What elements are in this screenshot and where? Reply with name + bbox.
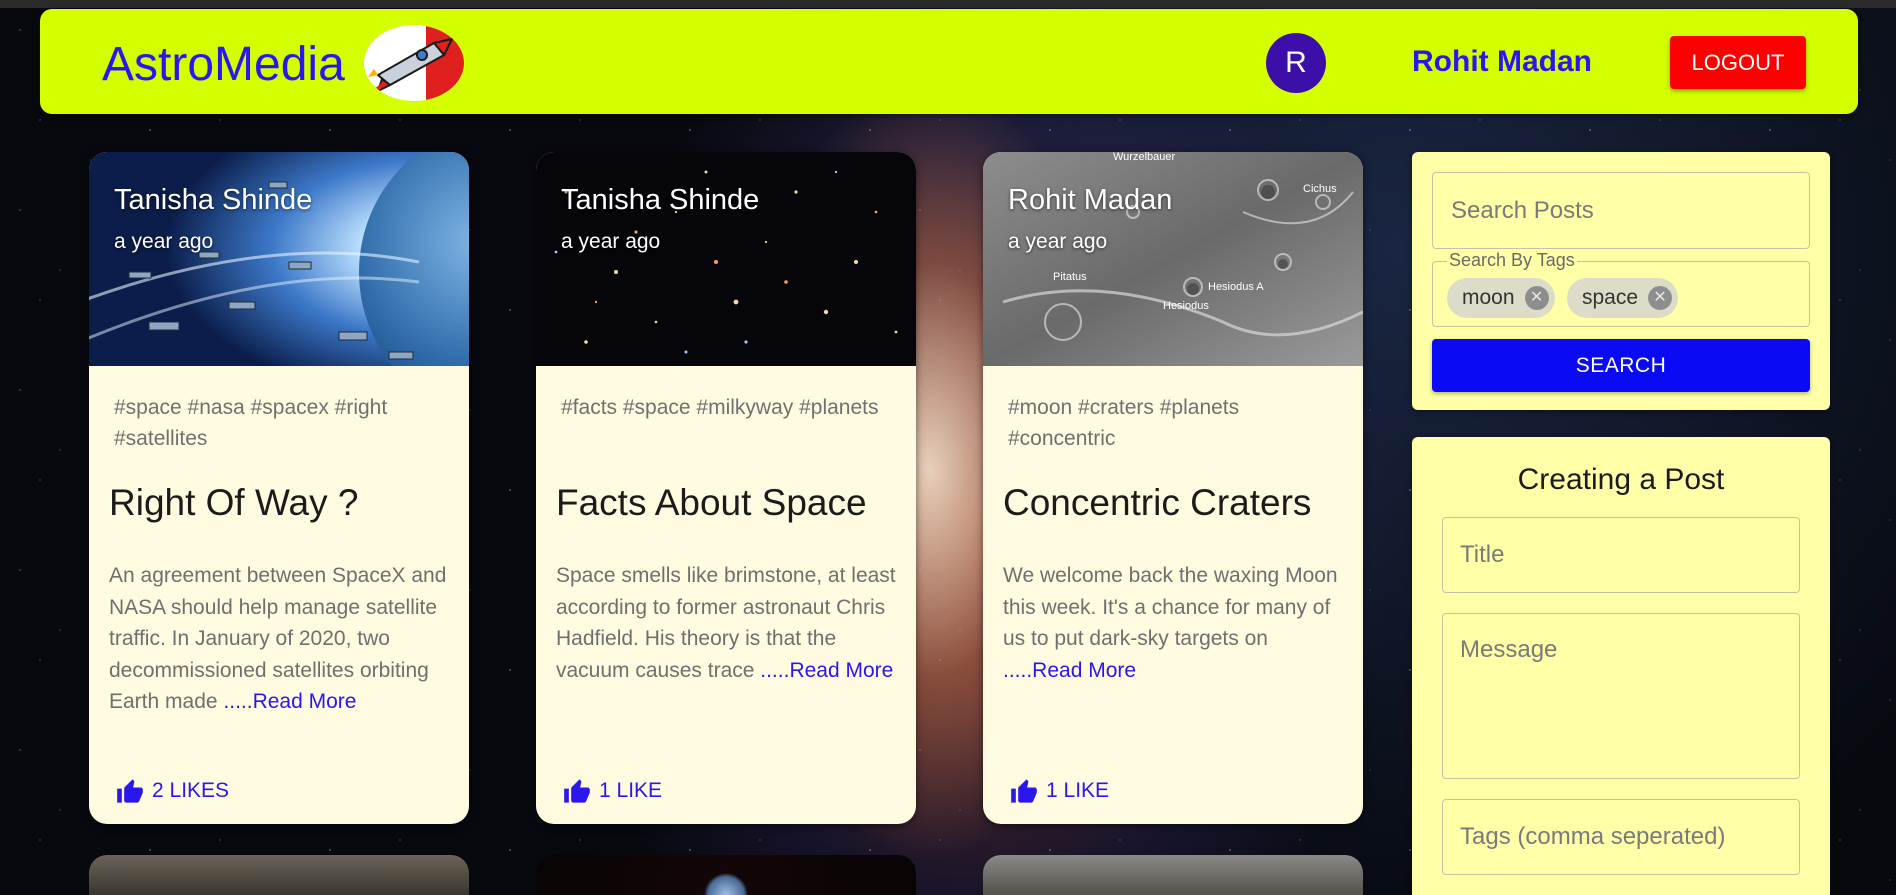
moon-label: Hesiodus xyxy=(1163,300,1209,312)
post-image-galaxies[interactable]: Tanisha Shinde a year ago xyxy=(536,152,916,366)
post-image-satellites[interactable]: Tanisha Shinde a year ago xyxy=(89,152,469,366)
brand-title[interactable]: AstroMedia xyxy=(102,37,345,92)
read-more-link[interactable]: .....Read More xyxy=(760,659,893,682)
post-message-text: We welcome back the waxing Moon this wee… xyxy=(1003,564,1338,650)
user-avatar[interactable]: R xyxy=(1266,33,1326,93)
create-post-heading: Creating a Post xyxy=(1517,463,1725,496)
moon-label: Wurzelbauer xyxy=(1113,152,1175,163)
post-time: a year ago xyxy=(1008,230,1108,253)
close-icon[interactable]: ✕ xyxy=(1648,286,1673,310)
likes-count: 2 LIKES xyxy=(152,779,230,802)
thumb-up-icon xyxy=(117,779,143,803)
post-card[interactable]: Wurzelbauer Cichus Pitatus Hesiodus A He… xyxy=(983,152,1363,824)
like-button[interactable]: 1 LIKE xyxy=(1010,778,1109,804)
post-author: Rohit Madan xyxy=(1008,184,1173,216)
post-title: Right Of Way ? xyxy=(109,482,359,523)
post-tags: #facts #space #milkyway #planets xyxy=(561,396,879,419)
post-card[interactable]: Tanisha Shinde a year ago #space #nasa #… xyxy=(89,152,469,824)
read-more-link[interactable]: .....Read More xyxy=(1003,659,1136,682)
logout-button[interactable]: LOGOUT xyxy=(1670,36,1806,89)
post-message: We welcome back the waxing Moon this wee… xyxy=(1003,560,1348,686)
username-label: Rohit Madan xyxy=(1412,45,1592,78)
read-more-link[interactable]: .....Read More xyxy=(223,690,356,713)
create-post-panel: Creating a Post xyxy=(1412,437,1830,895)
post-card-peek[interactable] xyxy=(983,855,1363,895)
search-tags-label: Search By Tags xyxy=(1447,250,1577,271)
post-card-peek[interactable] xyxy=(536,855,916,895)
post-time: a year ago xyxy=(561,230,661,253)
post-message: An agreement between SpaceX and NASA sho… xyxy=(109,560,454,718)
browser-top-strip xyxy=(0,0,1896,8)
thumb-up-icon xyxy=(564,779,590,803)
search-panel: Search By Tags moon ✕ space ✕ SEARCH xyxy=(1412,152,1830,410)
message-field[interactable] xyxy=(1442,613,1800,779)
tag-chip[interactable]: space ✕ xyxy=(1567,278,1679,318)
post-title: Facts About Space xyxy=(556,482,867,523)
moon-label: Pitatus xyxy=(1053,271,1087,283)
post-tags: #space #nasa #spacex #right #satellites xyxy=(114,396,388,450)
post-card-peek[interactable] xyxy=(89,855,469,895)
post-author: Tanisha Shinde xyxy=(561,184,760,216)
post-image-moon-craters[interactable]: Wurzelbauer Cichus Pitatus Hesiodus A He… xyxy=(983,152,1363,366)
app-header: AstroMedia R Rohit Madan LOGOUT xyxy=(40,9,1858,114)
tag-chip[interactable]: moon ✕ xyxy=(1447,278,1555,318)
likes-count: 1 LIKE xyxy=(599,779,663,802)
tag-chip-label: space xyxy=(1582,286,1639,309)
post-tags: #moon #craters #planets #concentric xyxy=(1008,396,1240,450)
post-time: a year ago xyxy=(114,230,214,253)
moon-label: Hesiodus A xyxy=(1208,281,1264,293)
rocket-logo-icon xyxy=(364,25,464,101)
search-button[interactable]: SEARCH xyxy=(1432,339,1810,392)
post-message: Space smells like brimstone, at least ac… xyxy=(556,560,901,686)
post-author: Tanisha Shinde xyxy=(114,184,313,216)
post-card[interactable]: Tanisha Shinde a year ago #facts #space … xyxy=(536,152,916,824)
thumb-up-icon xyxy=(1011,779,1037,803)
moon-label: Cichus xyxy=(1303,183,1337,195)
close-icon[interactable]: ✕ xyxy=(1524,286,1549,310)
search-input[interactable] xyxy=(1432,172,1810,249)
like-button[interactable]: 2 LIKES xyxy=(116,778,229,804)
likes-count: 1 LIKE xyxy=(1046,779,1110,802)
title-field[interactable] xyxy=(1442,517,1800,593)
search-tags-field[interactable]: Search By Tags moon ✕ space ✕ xyxy=(1432,250,1810,327)
tag-chip-label: moon xyxy=(1462,286,1515,309)
tags-field[interactable] xyxy=(1442,799,1800,875)
like-button[interactable]: 1 LIKE xyxy=(563,778,662,804)
post-title: Concentric Craters xyxy=(1003,482,1312,523)
